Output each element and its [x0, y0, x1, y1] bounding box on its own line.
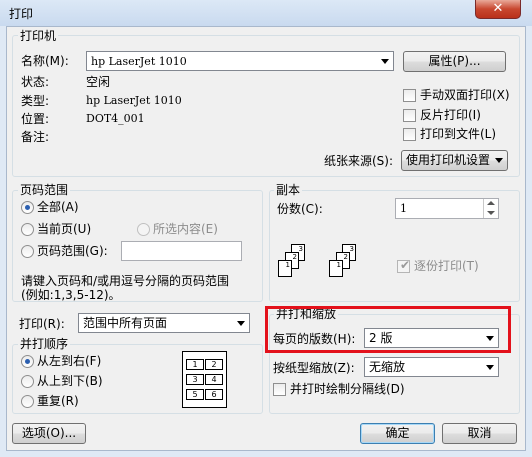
collate-checkbox[interactable]: ✔ — [397, 258, 411, 273]
paper-source-select[interactable]: 使用打印机设置 — [401, 150, 508, 171]
chevron-down-icon — [237, 321, 245, 326]
page-range-label: 页码范围(G): — [37, 244, 108, 258]
status-label: 状态: — [21, 75, 50, 89]
chevron-down-icon — [495, 158, 503, 163]
dialog-body: 打印机 名称(M): hp LaserJet 1010 属性(P)... 状态:… — [6, 26, 526, 451]
all-pages-label: 全部(A) — [37, 200, 79, 214]
page-range-input[interactable] — [121, 241, 242, 261]
close-icon: ✕ — [492, 1, 504, 16]
page-range-group-label: 页码范围 — [18, 183, 71, 197]
chevron-down-icon — [381, 59, 389, 64]
comment-label: 备注: — [21, 130, 50, 144]
left-to-right-label: 从左到右(F) — [37, 354, 102, 368]
print-what-select[interactable]: 范围中所有页面 — [78, 313, 250, 333]
checkmark-icon: ✔ — [400, 258, 411, 272]
close-button[interactable]: ✕ — [475, 0, 521, 19]
print-to-file-label: 打印到文件(L) — [420, 127, 497, 141]
highlight-box — [265, 306, 511, 353]
cancel-button[interactable]: 取消 — [442, 423, 517, 444]
manual-duplex-checkbox[interactable] — [403, 89, 416, 102]
current-page-label: 当前页(U) — [37, 222, 92, 236]
selection-label: 所选内容(E) — [153, 222, 218, 236]
repeat-label: 重复(R) — [37, 394, 79, 408]
all-pages-radio[interactable] — [21, 201, 34, 214]
current-page-radio[interactable] — [21, 223, 34, 236]
printer-group-label: 打印机 — [18, 29, 59, 43]
mirror-print-label: 反片打印(I) — [420, 108, 481, 122]
copies-count-label: 份数(C): — [277, 202, 323, 216]
copies-count-input[interactable]: 1 — [395, 198, 499, 219]
draw-borders-label: 并打时绘制分隔线(D) — [290, 382, 405, 396]
type-label: 类型: — [21, 94, 50, 108]
top-to-bottom-radio[interactable] — [21, 375, 34, 388]
where-label: 位置: — [21, 112, 50, 126]
left-to-right-radio[interactable] — [21, 355, 34, 368]
chevron-down-icon — [486, 365, 494, 370]
collate-label: 逐份打印(T) — [414, 259, 479, 273]
printer-name-select[interactable]: hp LaserJet 1010 — [86, 51, 394, 71]
repeat-radio[interactable] — [21, 395, 34, 408]
properties-button[interactable]: 属性(P)... — [403, 51, 506, 72]
manual-duplex-label: 手动双面打印(X) — [420, 88, 510, 102]
options-button[interactable]: 选项(O)... — [12, 423, 86, 444]
paper-source-label: 纸张来源(S): — [324, 154, 394, 168]
copies-group-label: 副本 — [274, 183, 303, 197]
page-order-preview: 1 2 3 4 5 6 — [182, 351, 227, 408]
mirror-print-checkbox[interactable] — [403, 109, 416, 122]
scale-select[interactable]: 无缩放 — [364, 357, 499, 377]
ok-button[interactable]: 确定 — [360, 423, 435, 444]
title-bar — [0, 0, 532, 26]
scale-label: 按纸型缩放(Z): — [273, 361, 355, 375]
page-range-radio[interactable] — [21, 245, 34, 258]
window-title: 打印 — [9, 7, 34, 21]
page-range-hint: 请键入页码和/或用逗号分隔的页码范围(例如:1,3,5-12)。 — [21, 274, 230, 302]
status-value: 空闲 — [86, 75, 111, 89]
draw-borders-checkbox[interactable] — [273, 383, 286, 396]
print-to-file-checkbox[interactable] — [403, 128, 416, 141]
top-to-bottom-label: 从上到下(B) — [37, 374, 103, 388]
printer-name-label: 名称(M): — [21, 54, 69, 68]
selection-radio[interactable] — [137, 223, 150, 236]
where-value: DOT4_001 — [86, 112, 145, 125]
type-value: hp LaserJet 1010 — [86, 94, 182, 107]
page-order-group-label: 并打顺序 — [18, 337, 71, 351]
print-what-label: 打印(R): — [19, 317, 65, 331]
copies-spinner[interactable] — [483, 199, 498, 218]
spin-down-icon[interactable] — [484, 209, 498, 219]
spin-up-icon[interactable] — [484, 199, 498, 209]
